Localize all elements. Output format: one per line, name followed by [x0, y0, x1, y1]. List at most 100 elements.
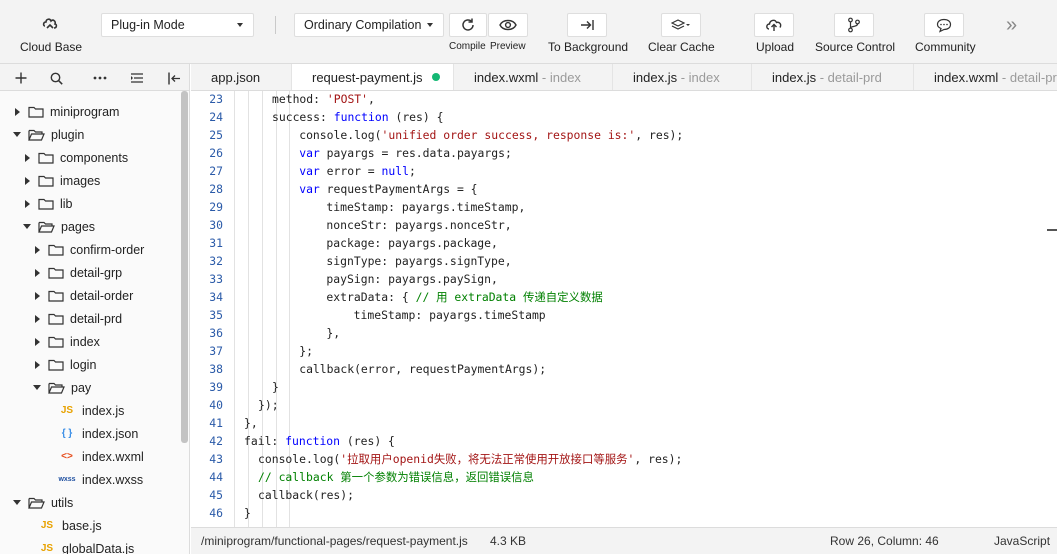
- chevron-down-icon[interactable]: [12, 130, 22, 140]
- code-line[interactable]: 36 },: [191, 324, 1057, 342]
- code-line[interactable]: 42 fail: function (res) {: [191, 432, 1057, 450]
- tab-index-wxml-detail-prd[interactable]: index.wxml - detail-prd: [914, 64, 1057, 90]
- code-line[interactable]: 37 };: [191, 342, 1057, 360]
- tree-folder[interactable]: index: [0, 330, 180, 353]
- chevron-right-icon[interactable]: [22, 176, 32, 186]
- chevron-right-icon[interactable]: [32, 291, 42, 301]
- chevron-right-icon[interactable]: [32, 268, 42, 278]
- tree-folder[interactable]: components: [0, 146, 180, 169]
- compile-button[interactable]: [449, 13, 487, 37]
- code-line[interactable]: 41},: [191, 414, 1057, 432]
- code-line[interactable]: 25 console.log('unified order success, r…: [191, 126, 1057, 144]
- preview-label: Preview: [490, 41, 526, 52]
- mode-select[interactable]: Plug-in Mode: [101, 13, 254, 37]
- folder-icon: [48, 359, 64, 371]
- code-line[interactable]: 30 nonceStr: payargs.nonceStr,: [191, 216, 1057, 234]
- tree-file[interactable]: <> index.wxml: [0, 445, 180, 468]
- code-text: paySign: payargs.paySign,: [299, 272, 498, 286]
- wxml-file-icon: <>: [61, 451, 73, 462]
- tree-folder[interactable]: login: [0, 353, 180, 376]
- js-file-icon: JS: [60, 405, 74, 416]
- tree-file[interactable]: JS base.js: [0, 514, 180, 537]
- collapse-panel-icon[interactable]: [165, 69, 183, 87]
- code-line[interactable]: 33 paySign: payargs.paySign,: [191, 270, 1057, 288]
- search-icon[interactable]: [47, 69, 65, 87]
- code-line[interactable]: 31 package: payargs.package,: [191, 234, 1057, 252]
- chevron-right-icon[interactable]: [32, 337, 42, 347]
- code-line[interactable]: 39}: [191, 378, 1057, 396]
- cloud-base-button[interactable]: Cloud Base: [14, 10, 88, 58]
- code-line[interactable]: 28 var requestPaymentArgs = {: [191, 180, 1057, 198]
- tab-index-js-detail-prd[interactable]: index.js - detail-prd: [752, 64, 914, 90]
- code-line[interactable]: 27 var error = null;: [191, 162, 1057, 180]
- preview-button[interactable]: [488, 13, 528, 37]
- tree-folder[interactable]: lib: [0, 192, 180, 215]
- tree-file[interactable]: { } index.json: [0, 422, 180, 445]
- main-toolbar: Cloud Base Plug-in Mode Ordinary Compila…: [0, 0, 1057, 64]
- chevron-down-icon[interactable]: [32, 383, 42, 393]
- more-options-icon[interactable]: [91, 69, 109, 87]
- mode-select-value: Plug-in Mode: [111, 18, 185, 32]
- code-line[interactable]: 26 var payargs = res.data.payargs;: [191, 144, 1057, 162]
- chevron-right-icon[interactable]: [22, 199, 32, 209]
- code-line[interactable]: 40});: [191, 396, 1057, 414]
- tree-folder[interactable]: confirm-order: [0, 238, 180, 261]
- code-line[interactable]: 43 console.log('拉取用户openid失败，将无法正常使用开放接口等…: [191, 450, 1057, 468]
- chevron-right-icon[interactable]: [12, 107, 22, 117]
- community-button[interactable]: [924, 13, 964, 37]
- code-text: var error = null;: [299, 164, 416, 178]
- code-text: package: payargs.package,: [299, 236, 498, 250]
- chevron-right-icon[interactable]: [32, 360, 42, 370]
- tree-folder[interactable]: detail-order: [0, 284, 180, 307]
- tree-folder[interactable]: detail-prd: [0, 307, 180, 330]
- tree-file[interactable]: JS globalData.js: [0, 537, 180, 554]
- tree-file[interactable]: wxss index.wxss: [0, 468, 180, 491]
- sort-icon[interactable]: [128, 69, 146, 87]
- explorer-toolbar: [0, 64, 190, 91]
- tree-folder[interactable]: plugin: [0, 123, 180, 146]
- code-line[interactable]: 45 callback(res);: [191, 486, 1057, 504]
- tab-request-payment[interactable]: request-payment.js: [292, 64, 454, 90]
- tree-folder[interactable]: miniprogram: [0, 100, 180, 123]
- folder-icon: [38, 175, 54, 187]
- code-line[interactable]: 29 timeStamp: payargs.timeStamp,: [191, 198, 1057, 216]
- code-line[interactable]: 44 // callback 第一个参数为错误信息，返回错误信息: [191, 468, 1057, 486]
- tree-folder[interactable]: pages: [0, 215, 180, 238]
- code-line[interactable]: 35 timeStamp: payargs.timeStamp: [191, 306, 1057, 324]
- chevron-right-icon[interactable]: [32, 314, 42, 324]
- code-text: console.log('拉取用户openid失败，将无法正常使用开放接口等服务…: [258, 452, 683, 466]
- tab-app-json[interactable]: app.json: [191, 64, 292, 90]
- tree-folder[interactable]: images: [0, 169, 180, 192]
- tree-file[interactable]: JS index.js: [0, 399, 180, 422]
- code-line[interactable]: 24 success: function (res) {: [191, 108, 1057, 126]
- tree-folder[interactable]: utils: [0, 491, 180, 514]
- chevron-down-icon[interactable]: [12, 498, 22, 508]
- tree-folder[interactable]: detail-grp: [0, 261, 180, 284]
- tab-label: index.wxml: [474, 70, 539, 85]
- chevron-down-icon[interactable]: [22, 222, 32, 232]
- code-editor[interactable]: 23 method: 'POST', 24 success: function (re…: [191, 91, 1057, 527]
- code-text: });: [258, 398, 279, 412]
- cursor-position[interactable]: Row 26, Column: 46: [830, 534, 939, 548]
- explorer-scrollbar[interactable]: [181, 91, 188, 443]
- compile-select[interactable]: Ordinary Compilation: [294, 13, 444, 37]
- chevron-right-icon[interactable]: [32, 245, 42, 255]
- tab-index-js[interactable]: index.js - index: [613, 64, 752, 90]
- code-line[interactable]: 32 signType: payargs.signType,: [191, 252, 1057, 270]
- code-line[interactable]: 34 extraData: { // 用 extraData 传递自定义数据: [191, 288, 1057, 306]
- chevron-right-icon[interactable]: [22, 153, 32, 163]
- tree-folder[interactable]: pay: [0, 376, 180, 399]
- add-icon[interactable]: [12, 69, 30, 87]
- to-background-button[interactable]: [567, 13, 607, 37]
- source-control-button[interactable]: [834, 13, 874, 37]
- tree-item-label: components: [60, 150, 129, 165]
- more-icon[interactable]: »: [1006, 14, 1017, 37]
- modified-dot-icon: [431, 73, 440, 81]
- tab-index-wxml[interactable]: index.wxml - index: [454, 64, 613, 90]
- clear-cache-button[interactable]: [661, 13, 701, 37]
- upload-button[interactable]: [754, 13, 794, 37]
- code-line[interactable]: 38 callback(error, requestPaymentArgs);: [191, 360, 1057, 378]
- code-line[interactable]: 23 method: 'POST',: [191, 91, 1057, 108]
- code-line[interactable]: 46}: [191, 504, 1057, 522]
- language-mode[interactable]: JavaScript: [994, 534, 1050, 548]
